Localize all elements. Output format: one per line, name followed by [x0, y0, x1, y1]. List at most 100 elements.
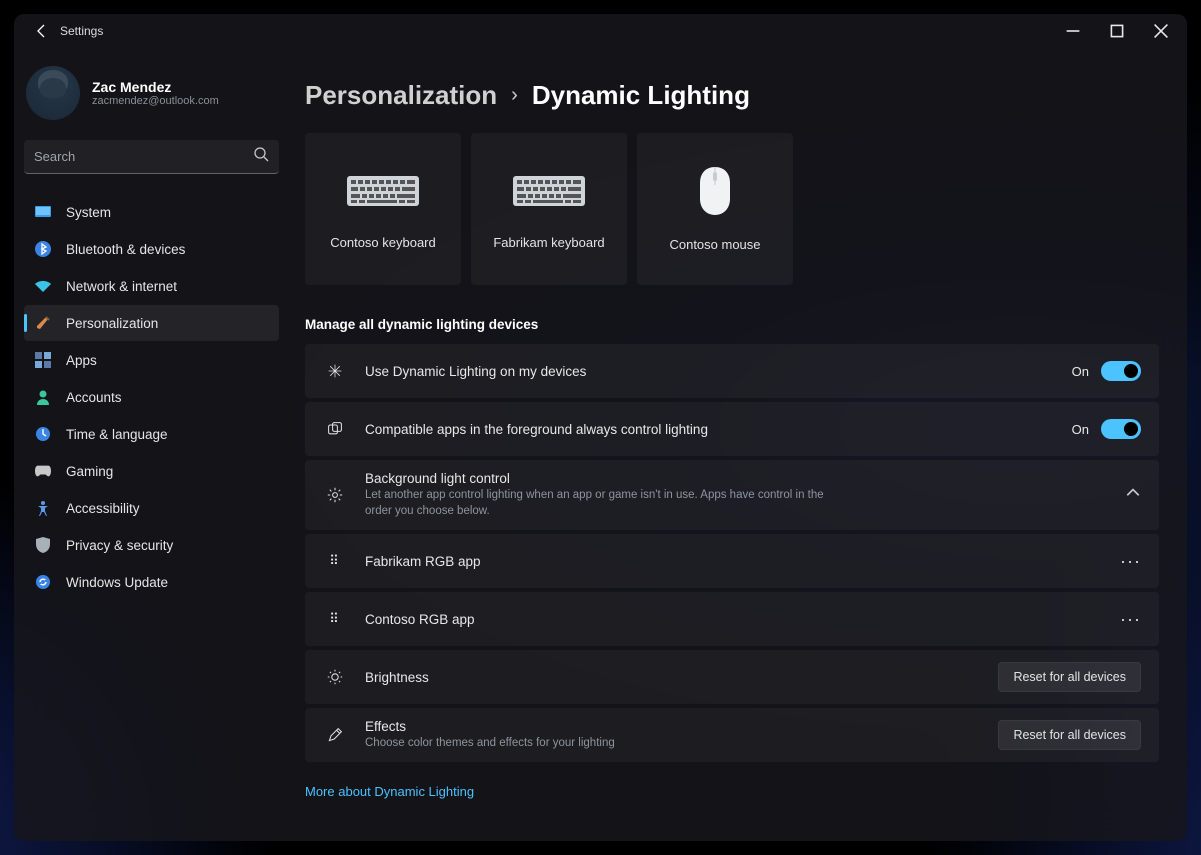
row-use-dynamic-lighting[interactable]: Use Dynamic Lighting on my devices On	[305, 344, 1159, 398]
more-button[interactable]: ···	[1120, 609, 1141, 630]
back-button[interactable]	[26, 17, 58, 45]
device-tile-keyboard-contoso[interactable]: Contoso keyboard	[305, 133, 461, 285]
row-title: Compatible apps in the foreground always…	[365, 422, 708, 437]
sidebar-item-update[interactable]: Windows Update	[24, 564, 279, 600]
row-app-contoso[interactable]: ⠿ Contoso RGB app ···	[305, 592, 1159, 646]
device-grid: Contoso keyboard Fabrikam keyboard Conto…	[305, 133, 1159, 285]
accessibility-icon	[34, 499, 52, 517]
close-button[interactable]	[1139, 17, 1183, 45]
paintbrush-icon	[34, 314, 52, 332]
sidebar-item-gaming[interactable]: Gaming	[24, 453, 279, 489]
sidebar-item-label: Gaming	[66, 464, 113, 479]
sidebar-item-label: System	[66, 205, 111, 220]
toggle-switch[interactable]	[1101, 361, 1141, 381]
user-profile[interactable]: Zac Mendez zacmendez@outlook.com	[24, 58, 279, 136]
sidebar-item-privacy[interactable]: Privacy & security	[24, 527, 279, 563]
sidebar-item-accounts[interactable]: Accounts	[24, 379, 279, 415]
search-box[interactable]	[24, 140, 279, 174]
sidebar-item-accessibility[interactable]: Accessibility	[24, 490, 279, 526]
content: Personalization › Dynamic Lighting Conto…	[289, 48, 1187, 841]
drag-handle-icon[interactable]: ⠿	[323, 611, 347, 627]
row-title: Background light control	[365, 471, 845, 486]
keyboard-icon	[513, 169, 585, 213]
person-icon	[34, 388, 52, 406]
section-header: Manage all dynamic lighting devices	[305, 317, 1159, 332]
sidebar-item-label: Personalization	[66, 316, 158, 331]
more-about-link[interactable]: More about Dynamic Lighting	[305, 784, 474, 799]
sidebar-item-system[interactable]: System	[24, 194, 279, 230]
window-controls	[1051, 17, 1183, 45]
toggle-compatible-apps[interactable]: On	[1072, 419, 1141, 439]
toggle-state-label: On	[1072, 422, 1089, 437]
sidebar-item-personalization[interactable]: Personalization	[24, 305, 279, 341]
sidebar-item-label: Network & internet	[66, 279, 177, 294]
user-name: Zac Mendez	[92, 79, 219, 95]
device-tile-mouse-contoso[interactable]: Contoso mouse	[637, 133, 793, 285]
device-tile-keyboard-fabrikam[interactable]: Fabrikam keyboard	[471, 133, 627, 285]
row-description: Let another app control lighting when an…	[365, 488, 845, 519]
sidebar-item-label: Privacy & security	[66, 538, 173, 553]
update-icon	[34, 573, 52, 591]
device-tile-label: Contoso keyboard	[330, 235, 436, 250]
sidebar-item-label: Windows Update	[66, 575, 168, 590]
sidebar-item-label: Accessibility	[66, 501, 140, 516]
sidebar-item-bluetooth[interactable]: Bluetooth & devices	[24, 231, 279, 267]
more-button[interactable]: ···	[1120, 551, 1141, 572]
apps-layer-icon	[323, 421, 347, 437]
row-background-light-control[interactable]: Background light control Let another app…	[305, 460, 1159, 530]
breadcrumb-parent[interactable]: Personalization	[305, 80, 497, 111]
app-name: Contoso RGB app	[365, 612, 475, 627]
bluetooth-icon	[34, 240, 52, 258]
user-email: zacmendez@outlook.com	[92, 95, 219, 107]
toggle-switch[interactable]	[1101, 419, 1141, 439]
chevron-right-icon: ›	[511, 84, 518, 107]
sidebar-item-network[interactable]: Network & internet	[24, 268, 279, 304]
row-compatible-apps[interactable]: Compatible apps in the foreground always…	[305, 402, 1159, 456]
app-title: Settings	[60, 24, 103, 38]
sidebar-item-time[interactable]: Time & language	[24, 416, 279, 452]
reset-brightness-button[interactable]: Reset for all devices	[998, 662, 1141, 692]
toggle-state-label: On	[1072, 364, 1089, 379]
app-name: Fabrikam RGB app	[365, 554, 481, 569]
sidebar-item-apps[interactable]: Apps	[24, 342, 279, 378]
wifi-icon	[34, 277, 52, 295]
sparkle-icon	[323, 363, 347, 379]
clock-globe-icon	[34, 425, 52, 443]
breadcrumb: Personalization › Dynamic Lighting	[305, 80, 1159, 111]
row-app-fabrikam[interactable]: ⠿ Fabrikam RGB app ···	[305, 534, 1159, 588]
sidebar-item-label: Time & language	[66, 427, 168, 442]
device-tile-label: Fabrikam keyboard	[493, 235, 604, 250]
titlebar: Settings	[14, 14, 1187, 48]
device-tile-label: Contoso mouse	[669, 237, 760, 252]
avatar	[26, 66, 80, 120]
shield-icon	[34, 536, 52, 554]
row-effects[interactable]: Effects Choose color themes and effects …	[305, 708, 1159, 762]
reset-effects-button[interactable]: Reset for all devices	[998, 720, 1141, 750]
apps-icon	[34, 351, 52, 369]
row-title: Brightness	[365, 670, 429, 685]
sidebar-item-label: Apps	[66, 353, 97, 368]
drag-handle-icon[interactable]: ⠿	[323, 553, 347, 569]
row-title: Effects	[365, 719, 615, 734]
search-input[interactable]	[34, 149, 253, 164]
maximize-button[interactable]	[1095, 17, 1139, 45]
pen-icon	[323, 727, 347, 743]
nav: System Bluetooth & devices Network & int…	[24, 194, 279, 600]
sidebar: Zac Mendez zacmendez@outlook.com System …	[14, 48, 289, 841]
mouse-icon	[698, 167, 732, 215]
row-brightness[interactable]: Brightness Reset for all devices	[305, 650, 1159, 704]
row-title: Use Dynamic Lighting on my devices	[365, 364, 586, 379]
gamepad-icon	[34, 462, 52, 480]
brightness-icon	[323, 669, 347, 685]
minimize-button[interactable]	[1051, 17, 1095, 45]
display-icon	[34, 203, 52, 221]
sidebar-item-label: Accounts	[66, 390, 122, 405]
search-icon	[253, 146, 269, 167]
sidebar-item-label: Bluetooth & devices	[66, 242, 185, 257]
row-description: Choose color themes and effects for your…	[365, 736, 615, 752]
page-title: Dynamic Lighting	[532, 80, 750, 111]
keyboard-icon	[347, 169, 419, 213]
toggle-use-lighting[interactable]: On	[1072, 361, 1141, 381]
chevron-up-icon[interactable]	[1125, 485, 1141, 506]
settings-window: Settings Zac Mendez zacmendez@outlook.co…	[14, 14, 1187, 841]
